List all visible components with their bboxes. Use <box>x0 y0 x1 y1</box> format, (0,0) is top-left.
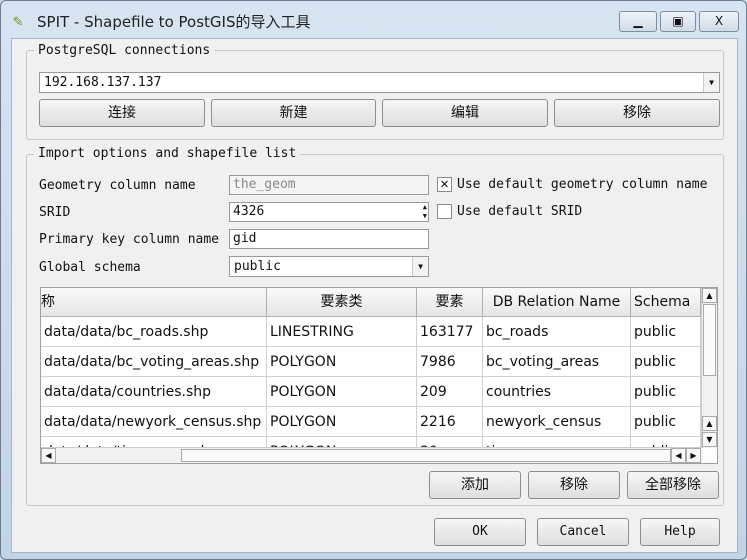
db-relation-cell[interactable]: bc_voting_areas <box>483 347 631 377</box>
use-default-geom-checkbox[interactable]: ✕ <box>437 177 452 192</box>
pk-column-label: Primary key column name <box>39 232 220 247</box>
scroll-up-icon[interactable]: ▲ <box>702 416 717 431</box>
maximize-button[interactable]: ▣ <box>660 11 696 32</box>
spit-window: ✎ SPIT - Shapefile to PostGIS的导入工具 ▁ ▣ X… <box>0 0 747 560</box>
use-default-srid-checkbox[interactable] <box>437 204 452 219</box>
db-relation-cell[interactable]: bc_roads <box>483 317 631 347</box>
table-header: 称 要素类 要素 DB Relation Name Schema <box>41 288 701 317</box>
feature-class-cell[interactable]: POLYGON <box>267 347 417 377</box>
connection-value: 192.168.137.137 <box>44 75 162 90</box>
scroll-left-icon[interactable]: ◀ <box>41 448 56 463</box>
srid-value: 4326 <box>233 204 265 219</box>
srid-label: SRID <box>39 205 71 220</box>
close-button[interactable]: X <box>699 11 739 32</box>
table-row[interactable]: data/data/bc_roads.shp LINESTRING 163177 bc… <box>41 317 701 347</box>
pk-column-input[interactable]: gid <box>229 229 429 249</box>
schema-cell[interactable]: public <box>631 407 701 437</box>
feature-count-cell[interactable]: 163177 <box>417 317 483 347</box>
window-title: SPIT - Shapefile to PostGIS的导入工具 <box>37 13 311 31</box>
file-name-cell[interactable]: data/data/newyork_census.shp <box>41 407 267 437</box>
connect-button[interactable]: 连接 <box>39 99 205 127</box>
import-options-legend: Import options and shapefile list <box>34 146 301 161</box>
shapefile-table: 称 要素类 要素 DB Relation Name Schema data/da… <box>40 287 718 464</box>
scroll-left-icon[interactable]: ◀ <box>671 448 686 463</box>
remove-all-button[interactable]: 全部移除 <box>627 471 719 499</box>
geom-column-label: Geometry column name <box>39 178 196 193</box>
minimize-button[interactable]: ▁ <box>619 11 657 32</box>
feature-class-cell[interactable]: POLYGON <box>267 377 417 407</box>
file-name-cell[interactable]: data/data/countries.shp <box>41 377 267 407</box>
use-default-geom-label: Use default geometry column name <box>457 177 708 192</box>
schema-cell[interactable]: public <box>631 317 701 347</box>
dialog-body: PostgreSQL connections 192.168.137.137 ▼ … <box>11 38 738 553</box>
chevron-down-icon[interactable]: ▼ <box>703 73 719 92</box>
feature-count-cell[interactable]: 2216 <box>417 407 483 437</box>
srid-spinbox[interactable]: 4326 ▲ ▼ <box>229 202 429 222</box>
schema-cell[interactable]: public <box>631 347 701 377</box>
remove-connection-button[interactable]: 移除 <box>554 99 720 127</box>
global-schema-label: Global schema <box>39 260 141 275</box>
file-name-cell[interactable]: data/data/bc_voting_areas.shp <box>41 347 267 377</box>
remove-button[interactable]: 移除 <box>528 471 620 499</box>
chevron-down-icon[interactable]: ▼ <box>412 257 428 276</box>
horizontal-scrollbar[interactable]: ◀ ◀ ▶ <box>41 447 703 463</box>
qgis-logo-icon: ✎ <box>13 11 23 30</box>
scroll-down-icon[interactable]: ▼ <box>702 432 717 447</box>
use-default-srid-label: Use default SRID <box>457 204 583 219</box>
scroll-up-icon[interactable]: ▲ <box>702 288 717 303</box>
feature-count-cell[interactable]: 7986 <box>417 347 483 377</box>
edit-connection-button[interactable]: 编辑 <box>382 99 548 127</box>
col-header-features[interactable]: 要素 <box>417 288 483 317</box>
feature-class-cell[interactable]: LINESTRING <box>267 317 417 347</box>
global-schema-select[interactable]: public ▼ <box>229 256 429 277</box>
db-relation-cell[interactable]: newyork_census <box>483 407 631 437</box>
table-row[interactable]: data/data/bc_voting_areas.shp POLYGON 7986… <box>41 347 701 377</box>
connections-legend: PostgreSQL connections <box>34 43 215 58</box>
col-header-schema[interactable]: Schema <box>631 288 701 317</box>
connection-select[interactable]: 192.168.137.137 ▼ <box>39 72 720 93</box>
table-row[interactable]: data/data/countries.shp POLYGON 209 countri… <box>41 377 701 407</box>
feature-class-cell[interactable]: POLYGON <box>267 407 417 437</box>
help-button[interactable]: Help <box>640 518 720 546</box>
scroll-thumb[interactable] <box>181 449 671 462</box>
scroll-right-icon[interactable]: ▶ <box>686 448 701 463</box>
geom-column-input[interactable]: the_geom <box>229 175 429 195</box>
schema-cell[interactable]: public <box>631 377 701 407</box>
col-header-feature-class[interactable]: 要素类 <box>267 288 417 317</box>
new-connection-button[interactable]: 新建 <box>211 99 376 127</box>
vertical-scrollbar[interactable]: ▲ ▲ ▼ <box>701 288 717 448</box>
db-relation-cell[interactable]: countries <box>483 377 631 407</box>
col-header-db-relation[interactable]: DB Relation Name <box>483 288 631 317</box>
feature-count-cell[interactable]: 209 <box>417 377 483 407</box>
col-header-name[interactable]: 称 <box>41 288 267 317</box>
ok-button[interactable]: OK <box>434 518 526 546</box>
cancel-button[interactable]: Cancel <box>537 518 629 546</box>
add-button[interactable]: 添加 <box>429 471 521 499</box>
table-row[interactable]: data/data/newyork_census.shp POLYGON 2216 n… <box>41 407 701 437</box>
spin-arrows-icon[interactable]: ▲ ▼ <box>423 203 427 221</box>
scroll-thumb[interactable] <box>703 304 716 376</box>
file-name-cell[interactable]: data/data/bc_roads.shp <box>41 317 267 347</box>
global-schema-value: public <box>234 259 281 274</box>
